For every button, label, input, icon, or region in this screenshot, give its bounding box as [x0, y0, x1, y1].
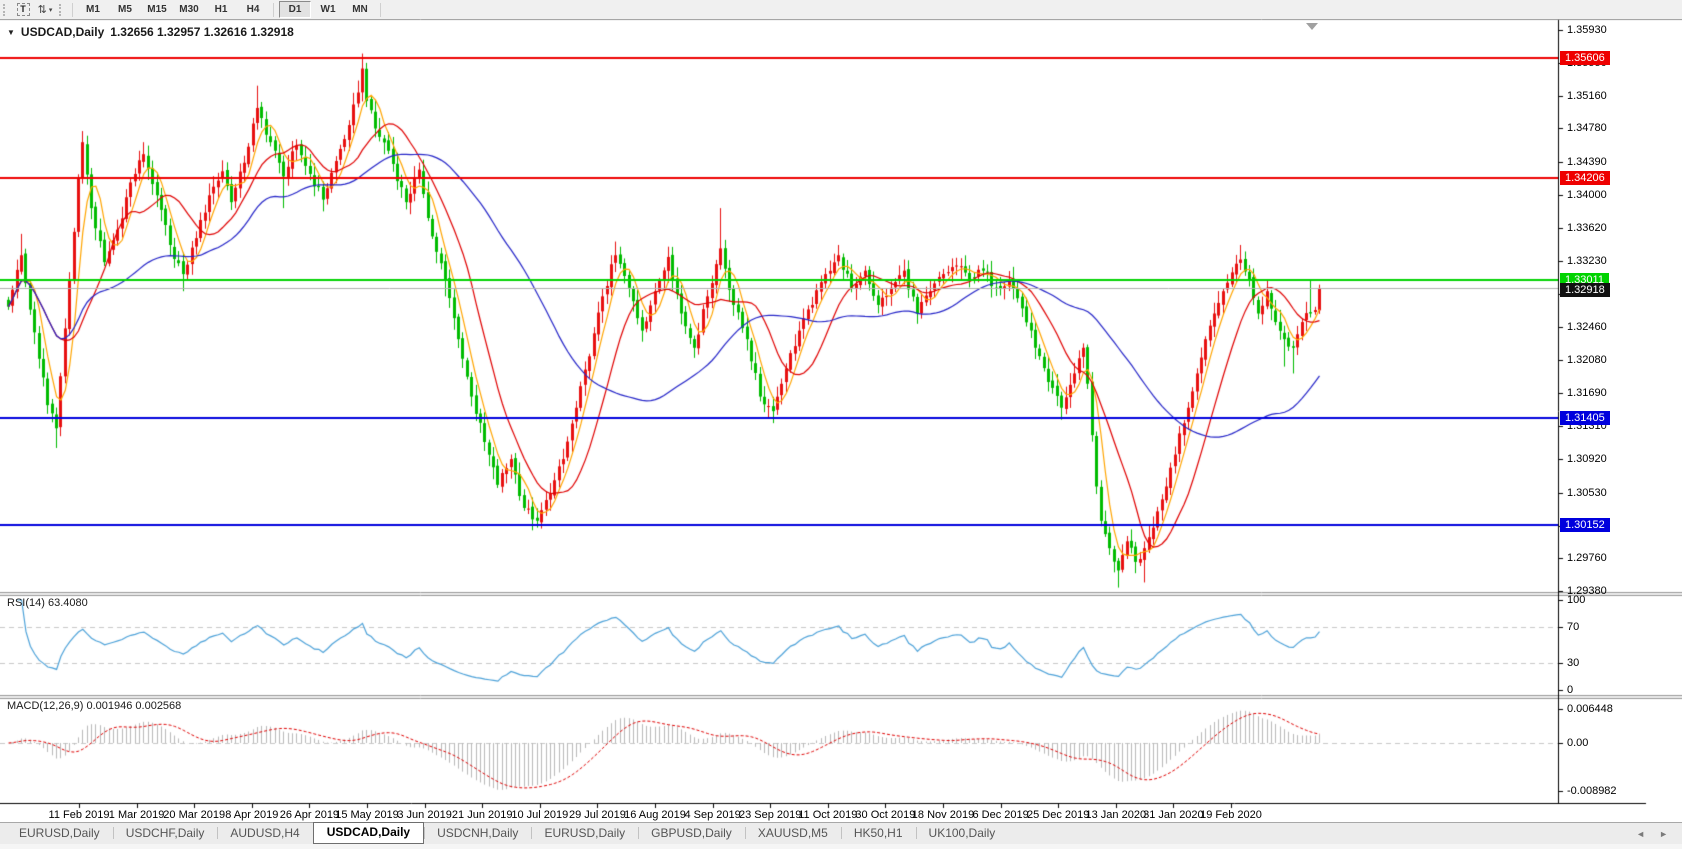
mt4-window: T ⇅ ▾ M1 M5 M15 M30 H1 H4 D1 W1 MN ▼ USDCAD,Dail…: [0, 0, 1682, 849]
text-tool-button[interactable]: T: [14, 3, 32, 17]
timeframe-button-mn[interactable]: MN: [345, 2, 375, 17]
toolbar: T ⇅ ▾ M1 M5 M15 M30 H1 H4 D1 W1 MN: [0, 0, 1682, 20]
date-tick-label: 8 Apr 2019: [225, 809, 279, 821]
rsi-tick-label: 70: [1567, 621, 1580, 633]
date-tick-label: 1 Mar 2019: [108, 809, 165, 821]
timeframe-button-w1[interactable]: W1: [313, 2, 343, 17]
chart-tab-usdcnh-daily[interactable]: USDCNH,Daily: [424, 824, 531, 843]
text-tool-icon: T: [16, 3, 30, 16]
chevron-down-icon: ▾: [48, 6, 53, 14]
price-tick-label: 1.30530: [1567, 486, 1607, 499]
price-tick-label: 1.34780: [1567, 122, 1607, 135]
chart-tab-usdcad-daily[interactable]: USDCAD,Daily: [312, 822, 425, 844]
chart-tab-gbpusd-daily[interactable]: GBPUSD,Daily: [638, 824, 745, 843]
timeframe-button-m5[interactable]: M5: [110, 2, 140, 17]
date-tick-label: 23 Sep 2019: [738, 809, 802, 821]
price-tick-label: 1.30920: [1567, 453, 1607, 466]
rsi-indicator-label: RSI(14) 63.4080: [7, 597, 88, 609]
date-tick-label: 25 Dec 2019: [1026, 809, 1090, 821]
macd-tick-label: 0.00: [1567, 737, 1589, 749]
timeframe-button-d1[interactable]: D1: [279, 1, 311, 18]
ohlc-values: 1.32656 1.32957 1.32616 1.32918: [110, 25, 294, 39]
date-tick-label: 29 Jul 2019: [568, 809, 626, 821]
tab-scroll-left-icon[interactable]: ◄: [1636, 829, 1645, 839]
toolbar-grip: [59, 3, 65, 16]
price-tick-label: 1.33620: [1567, 221, 1607, 234]
rsi-tick-label: 30: [1567, 657, 1580, 669]
price-tick-label: 1.35930: [1567, 24, 1607, 36]
price-tick-label: 1.34390: [1567, 155, 1607, 168]
date-tick-label: 15 May 2019: [335, 809, 399, 821]
arrows-icon: ⇅: [37, 4, 47, 16]
chart-tab-bar: EURUSD,Daily USDCHF,Daily AUDUSD,H4 USDCAD,…: [0, 822, 1682, 844]
symbol-dropdown-icon[interactable]: ▼: [7, 28, 15, 37]
price-tick-label: 1.34000: [1567, 189, 1607, 202]
macd-indicator-label: MACD(12,26,9) 0.001946 0.002568: [7, 700, 182, 712]
date-tick-label: 11 Feb 2019: [48, 809, 110, 821]
chart-tab-audusd-h4[interactable]: AUDUSD,H4: [217, 824, 312, 843]
date-tick-label: 6 Dec 2019: [972, 809, 1029, 821]
chart-title: ▼ USDCAD,Daily 1.32656 1.32957 1.32616 1…: [7, 25, 294, 39]
current-price-badge: 1.32918: [1560, 282, 1610, 297]
date-tick-label: 26 Apr 2019: [279, 809, 340, 821]
date-tick-label: 11 Oct 2019: [798, 809, 858, 821]
toolbar-separator: [380, 2, 381, 17]
timeframe-button-h4[interactable]: H4: [238, 2, 268, 17]
price-tick-label: 1.32460: [1567, 321, 1607, 334]
chart-tab-eurusd-daily[interactable]: EURUSD,Daily: [6, 824, 113, 843]
chart-tabs: EURUSD,Daily USDCHF,Daily AUDUSD,H4 USDCAD,…: [6, 822, 1009, 844]
chart-tab-xauusd-m5[interactable]: XAUUSD,M5: [744, 824, 841, 843]
price-tick-label: 1.35160: [1567, 89, 1607, 102]
date-tick-label: 3 Jun 2019: [397, 809, 452, 821]
tab-scroll-nav: ◄ ►: [1636, 829, 1668, 839]
timeframe-button-group: M1 M5 M15 M30 H1 H4 D1 W1 MN: [77, 1, 385, 18]
level-price-badge: 1.35606: [1560, 50, 1610, 65]
chart-window: ▼ USDCAD,Daily 1.32656 1.32957 1.32616 1…: [0, 19, 1682, 849]
chart-canvas[interactable]: [0, 19, 1682, 849]
timeframe-button-h1[interactable]: H1: [206, 2, 236, 17]
toolbar-separator: [72, 2, 73, 17]
level-price-badge: 1.30152: [1560, 517, 1610, 532]
chart-shift-marker[interactable]: [1306, 23, 1318, 30]
status-strip: [0, 844, 1682, 849]
toolbar-separator: [273, 2, 274, 17]
chart-tab-usdchf-daily[interactable]: USDCHF,Daily: [112, 824, 218, 843]
price-tick-label: 1.32080: [1567, 353, 1607, 366]
date-tick-label: 13 Jan 2020: [1085, 809, 1147, 821]
date-tick-label: 16 Aug 2019: [624, 809, 686, 821]
date-tick-label: 18 Nov 2019: [911, 809, 975, 821]
timeframe-button-m30[interactable]: M30: [174, 2, 204, 17]
rsi-tick-label: 0: [1567, 684, 1574, 696]
timeframe-button-m15[interactable]: M15: [142, 2, 172, 17]
timeframe-button-m1[interactable]: M1: [78, 2, 108, 17]
chart-tab-uk100-daily[interactable]: UK100,Daily: [915, 824, 1009, 843]
date-tick-label: 21 Jun 2019: [451, 809, 513, 821]
date-tick-label: 30 Oct 2019: [855, 809, 916, 821]
price-tick-label: 1.31690: [1567, 387, 1607, 400]
date-tick-label: 10 Jul 2019: [511, 809, 569, 821]
date-tick-label: 31 Jan 2020: [1143, 809, 1204, 821]
date-tick-label: 4 Sep 2019: [684, 809, 741, 821]
level-price-badge: 1.31405: [1560, 410, 1610, 425]
macd-tick-label: -0.008982: [1567, 784, 1617, 797]
date-tick-label: 19 Feb 2020: [1200, 809, 1262, 821]
rsi-tick-label: 100: [1567, 594, 1586, 606]
cursor-tool-button[interactable]: ⇅ ▾: [36, 3, 54, 17]
symbol-label: USDCAD,Daily: [20, 25, 105, 39]
level-price-badge: 1.34206: [1560, 170, 1610, 185]
macd-tick-label: 0.006448: [1567, 702, 1613, 715]
price-tick-label: 1.29760: [1567, 552, 1607, 565]
price-tick-label: 1.33230: [1567, 255, 1607, 268]
tab-scroll-right-icon[interactable]: ►: [1659, 829, 1668, 839]
toolbar-grip: [3, 3, 9, 16]
chart-tab-eurusd-daily[interactable]: EURUSD,Daily: [531, 824, 638, 843]
chart-tab-hk50-h1[interactable]: HK50,H1: [840, 824, 916, 843]
date-tick-label: 20 Mar 2019: [163, 809, 226, 821]
